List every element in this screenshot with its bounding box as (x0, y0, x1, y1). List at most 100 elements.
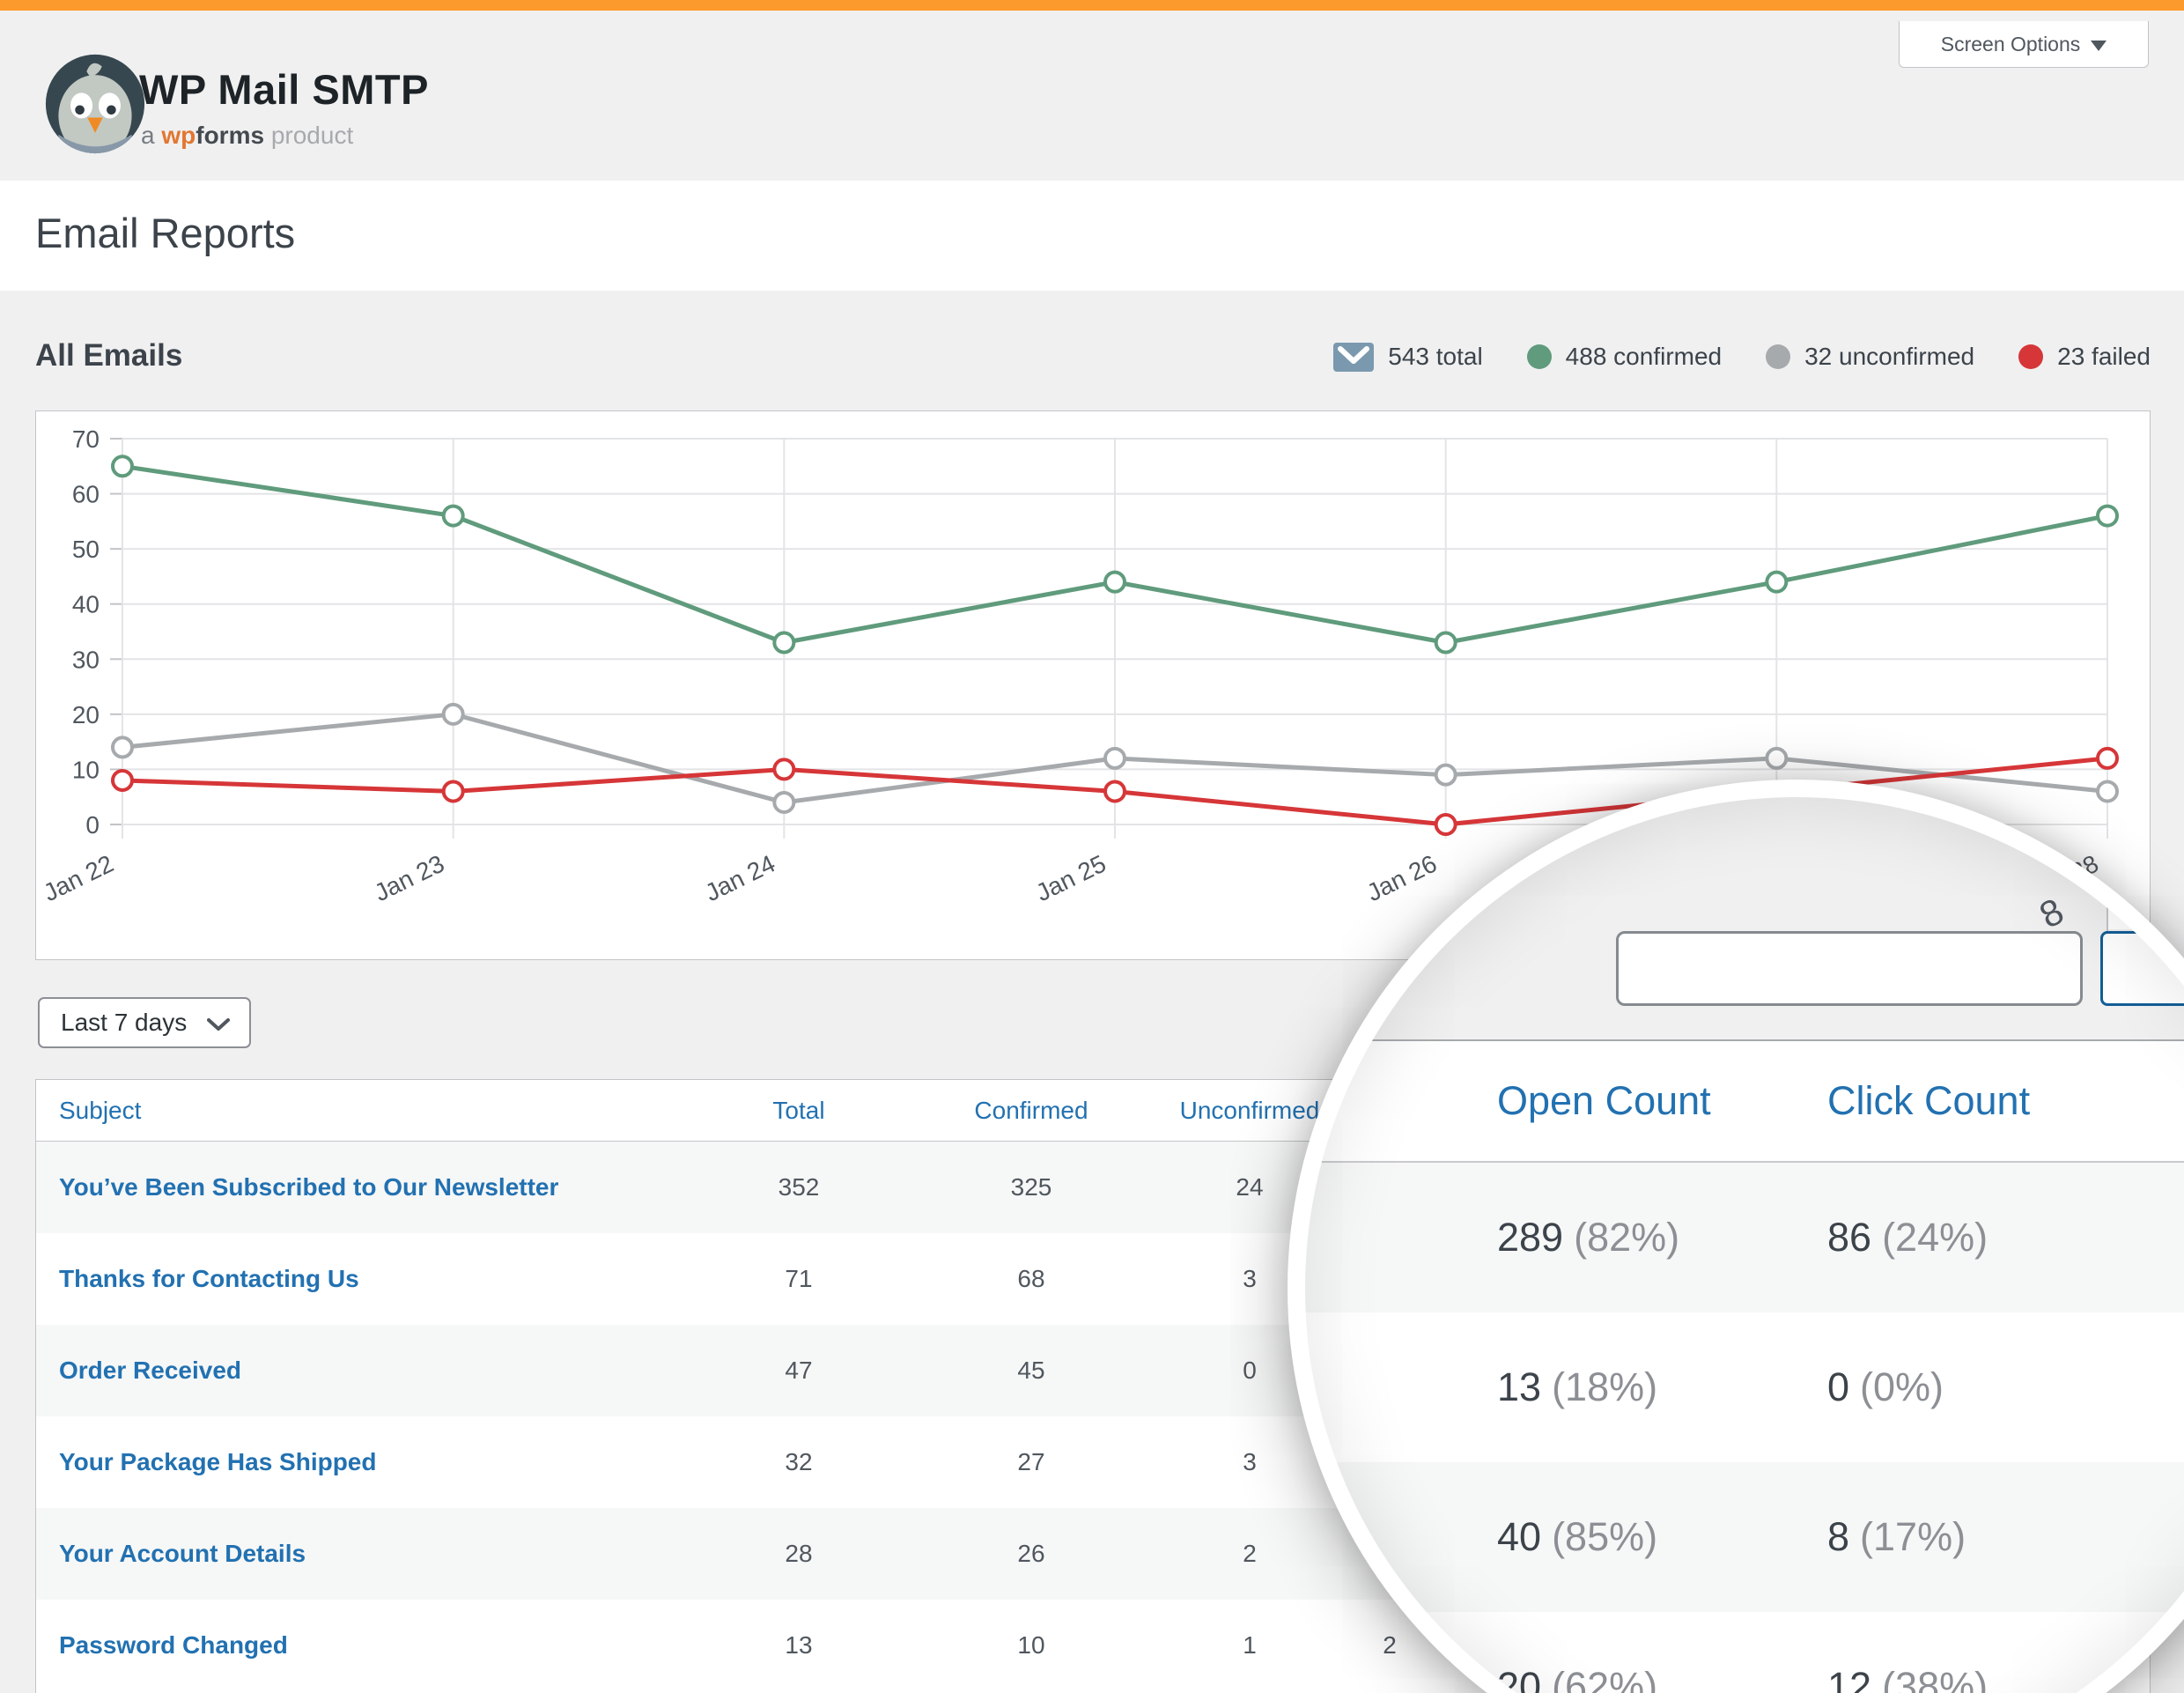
wp-mail-smtp-pigeon-logo (44, 53, 146, 155)
legend-item-confirmed: 488 confirmed (1527, 343, 1722, 371)
count-value: 12 (1827, 1664, 1871, 1693)
svg-text:60: 60 (72, 481, 100, 508)
legend-label: 32 unconfirmed (1804, 343, 1974, 371)
column-header-confirmed[interactable]: Confirmed (965, 1080, 1097, 1141)
total-cell: 71 (733, 1233, 865, 1325)
magnified-panel-border (2107, 797, 2108, 931)
column-header-subject[interactable]: Subject (59, 1080, 141, 1141)
chevron-down-icon (207, 1017, 230, 1031)
subject-link[interactable]: You’ve Been Subscribed to Our Newsletter (59, 1173, 558, 1201)
screen-options-label: Screen Options (1941, 33, 2081, 56)
magnified-column-header-open-count[interactable]: Open Count (1497, 1041, 1711, 1161)
legend: 543 total 488 confirmed 32 unconfirmed 23 f… (1333, 335, 2151, 379)
svg-text:70: 70 (72, 425, 100, 453)
subject-cell: You’ve Been Subscribed to Our Newsletter (59, 1142, 558, 1233)
confirmed-cell: 325 (965, 1142, 1097, 1233)
subject-link[interactable]: Thanks for Contacting Us (59, 1265, 359, 1293)
top-accent-bar (0, 0, 2184, 11)
magnified-table-row: 289(82%) 86(24%) (1305, 1163, 2184, 1312)
confirmed-cell: 26 (965, 1508, 1097, 1600)
brand-forms: forms (196, 122, 264, 149)
app-title: WP Mail SMTP (139, 65, 429, 114)
magnified-search-input[interactable] (1616, 931, 2083, 1006)
total-cell: 28 (733, 1508, 865, 1600)
count-percent: (62%) (1552, 1664, 1657, 1693)
count-value: 0 (1827, 1364, 1849, 1410)
unconfirmed-dot-icon (1766, 344, 1790, 369)
total-cell: 32 (733, 1416, 865, 1508)
confirmed-cell: 27 (965, 1416, 1097, 1508)
open-count-cell: 13(18%) (1497, 1312, 1657, 1462)
count-percent: (38%) (1882, 1664, 1988, 1693)
magnified-table-row: 20 (62%) 12 (38%) (1305, 1612, 2184, 1693)
section-title: All Emails (35, 338, 182, 373)
svg-text:Jan 25: Jan 25 (1031, 850, 1110, 907)
confirmed-cell: 68 (965, 1233, 1097, 1325)
svg-text:30: 30 (72, 646, 100, 673)
svg-text:10: 10 (72, 756, 100, 783)
app-header: WP Mail SMTP a wpforms product Screen Op… (0, 11, 2184, 181)
svg-text:0: 0 (85, 811, 100, 839)
count-percent: (0%) (1860, 1364, 1944, 1410)
screen-options-button[interactable]: Screen Options (1899, 21, 2149, 68)
count-percent: (17%) (1860, 1514, 1966, 1560)
count-value: 20 (1497, 1664, 1541, 1693)
column-header-unconfirmed[interactable]: Unconfirmed (1184, 1080, 1316, 1141)
count-value: 13 (1497, 1364, 1541, 1410)
date-range-value: Last 7 days (61, 1009, 187, 1037)
total-cell: 13 (733, 1600, 865, 1691)
svg-text:40: 40 (72, 591, 100, 618)
column-header-total[interactable]: Total (733, 1080, 865, 1141)
total-cell: 47 (733, 1325, 865, 1416)
count-percent: (85%) (1552, 1514, 1657, 1560)
total-cell: 352 (733, 1142, 865, 1233)
legend-label: 23 failed (2057, 343, 2151, 371)
magnifier-content: 8 Open CountClick Count 289(82%)86(24%)1… (1305, 797, 2184, 1693)
svg-text:Jan 23: Jan 23 (370, 850, 448, 907)
legend-item-failed: 23 failed (2018, 343, 2151, 371)
email-reports-page: WP Mail SMTP a wpforms product Screen Op… (0, 0, 2184, 1693)
subject-link[interactable]: Password Changed (59, 1631, 288, 1660)
count-percent: (18%) (1552, 1364, 1657, 1410)
click-count-cell: 86(24%) (1827, 1163, 1988, 1312)
svg-text:50: 50 (72, 536, 100, 563)
tagline-suffix: product (264, 122, 353, 149)
open-count-cell: 289(82%) (1497, 1163, 1679, 1312)
click-count-cell: 8(17%) (1827, 1462, 1966, 1612)
click-count-cell: 12 (38%) (1827, 1612, 1988, 1693)
svg-text:20: 20 (72, 701, 100, 728)
app-tagline: a wpforms product (141, 122, 353, 150)
envelope-icon (1333, 343, 1374, 372)
subject-cell: Password Changed (59, 1600, 288, 1691)
count-percent: (82%) (1574, 1215, 1679, 1261)
magnified-search-button[interactable] (2100, 931, 2184, 1006)
subject-cell: Thanks for Contacting Us (59, 1233, 359, 1325)
count-value: 289 (1497, 1215, 1563, 1261)
subject-link[interactable]: Your Account Details (59, 1540, 306, 1568)
magnified-table-row: 40(85%)8(17%) (1305, 1462, 2184, 1612)
confirmed-cell: 10 (965, 1600, 1097, 1691)
magnifier-overlay: 8 Open CountClick Count 289(82%)86(24%)1… (1288, 780, 2184, 1693)
unconfirmed-cell: 1 (1184, 1600, 1316, 1691)
date-range-select[interactable]: Last 7 days (38, 997, 251, 1048)
count-value: 8 (1827, 1514, 1849, 1560)
unconfirmed-cell: 3 (1184, 1416, 1316, 1508)
legend-label: 543 total (1388, 343, 1482, 371)
subject-cell: Your Account Details (59, 1508, 306, 1600)
magnified-chart-corner (2108, 797, 2184, 929)
magnified-column-header-click-count[interactable]: Click Count (1827, 1041, 2030, 1161)
magnified-table-row: 13(18%) 0(0%) (1305, 1312, 2184, 1462)
subject-link[interactable]: Your Package Has Shipped (59, 1448, 377, 1476)
legend-label: 488 confirmed (1566, 343, 1722, 371)
open-count-cell: 20 (62%) (1497, 1612, 1657, 1693)
subject-link[interactable]: Order Received (59, 1357, 241, 1385)
confirmed-cell: 45 (965, 1325, 1097, 1416)
click-count-cell: 0(0%) (1827, 1312, 1944, 1462)
caret-down-icon (2091, 41, 2107, 51)
unconfirmed-cell: 2 (1184, 1508, 1316, 1600)
brand-wp: wp (161, 122, 196, 149)
magnified-table-rows: 289(82%)86(24%)13(18%)0(0%)40(85%)8(17%)… (1305, 1163, 2184, 1693)
subject-cell: Your Package Has Shipped (59, 1416, 377, 1508)
svg-text:Jan 24: Jan 24 (701, 850, 779, 907)
count-value: 86 (1827, 1215, 1871, 1261)
